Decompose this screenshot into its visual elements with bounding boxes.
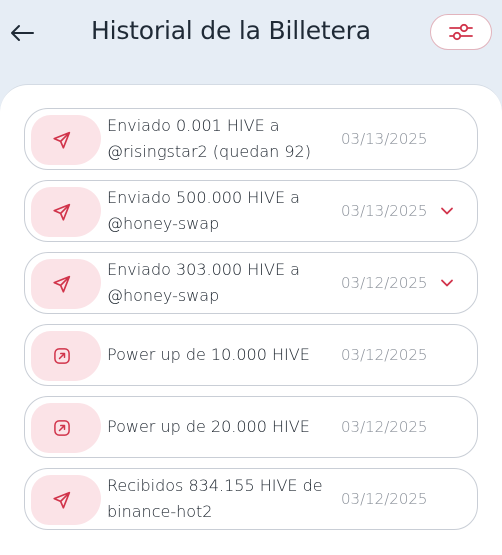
transaction-date: 03/12/2025 [341,274,428,292]
transaction-icon-tile [31,187,101,237]
transaction-item[interactable]: Enviado 0.001 HIVE a @risingstar2 (queda… [24,108,478,170]
power-up-icon [54,420,70,436]
transaction-date: 03/13/2025 [341,202,428,220]
back-button[interactable] [6,17,38,49]
transaction-icon-tile [31,475,101,525]
transaction-item[interactable]: Recibidos 834.155 HIVE de binance-hot2 0… [24,468,478,530]
arrow-left-icon [11,25,34,41]
send-icon [53,491,71,509]
transaction-item[interactable]: Enviado 500.000 HIVE a @honey-swap 03/13… [24,180,478,242]
send-icon [53,203,71,221]
send-icon [53,275,71,293]
transaction-icon-tile [31,331,101,381]
transaction-date: 03/12/2025 [341,346,428,364]
transaction-description: Enviado 500.000 HIVE a @honey-swap [107,188,300,233]
transaction-item[interactable]: Power up de 10.000 HIVE 03/12/2025 [24,324,478,386]
transaction-item[interactable]: Enviado 303.000 HIVE a @honey-swap 03/12… [24,252,478,314]
power-up-icon [54,348,70,364]
transaction-description: Power up de 10.000 HIVE [107,345,310,364]
transaction-description: Power up de 20.000 HIVE [107,417,310,436]
send-icon [53,131,71,149]
filter-button[interactable] [430,14,492,50]
transaction-date: 03/12/2025 [341,418,428,436]
transaction-icon-tile [31,403,101,453]
transaction-description: Enviado 303.000 HIVE a @honey-swap [107,260,300,305]
header: Historial de la Billetera [0,0,502,90]
transaction-description: Enviado 0.001 HIVE a @risingstar2 (queda… [107,116,311,161]
transaction-icon-tile [31,259,101,309]
sliders-icon [449,23,473,41]
chevron-down-icon[interactable] [439,203,455,219]
transaction-description: Recibidos 834.155 HIVE de binance-hot2 [107,476,323,521]
chevron-down-icon[interactable] [439,275,455,291]
transaction-list: Enviado 0.001 HIVE a @risingstar2 (queda… [24,108,478,530]
page-title: Historial de la Billetera [91,16,371,45]
transaction-item[interactable]: Power up de 20.000 HIVE 03/12/2025 [24,396,478,458]
transaction-date: 03/12/2025 [341,490,428,508]
transaction-date: 03/13/2025 [341,130,428,148]
transaction-icon-tile [31,115,101,165]
